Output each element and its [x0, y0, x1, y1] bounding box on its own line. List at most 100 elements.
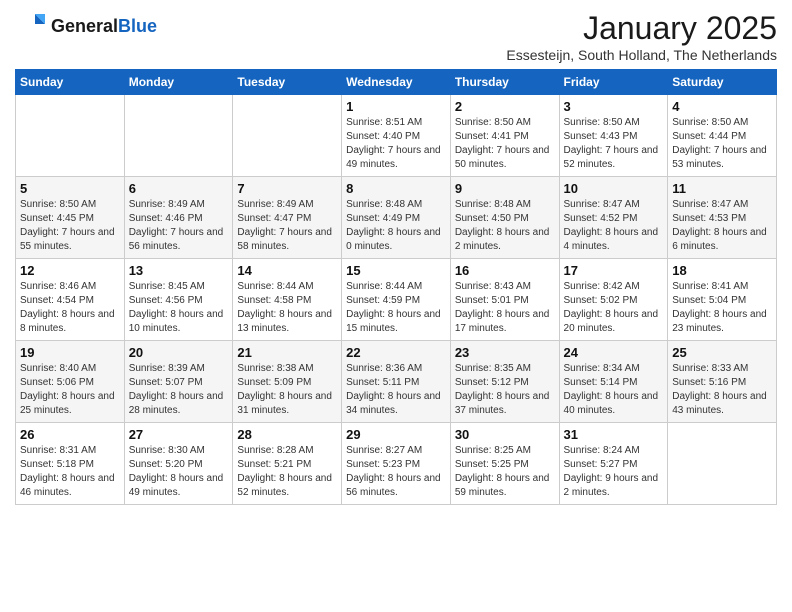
day-info: Sunrise: 8:28 AMSunset: 5:21 PMDaylight:…: [237, 444, 337, 500]
col-saturday: Saturday: [668, 70, 777, 95]
table-row: 18Sunrise: 8:41 AMSunset: 5:04 PMDayligh…: [668, 259, 777, 341]
calendar-week-row: 5Sunrise: 8:50 AMSunset: 4:45 PMDaylight…: [16, 177, 777, 259]
table-row: 28 Sunrise: 8:28 AMSunset: 5:21 PMDayligh…: [233, 423, 342, 505]
logo: General Blue: [15, 10, 157, 42]
day-info: Sunrise: 8:35 AMSunset: 5:12 PMDaylight:…: [455, 362, 555, 418]
day-info: Sunrise: 8:47 AMSunset: 4:53 PMDaylight:…: [672, 198, 772, 254]
table-row: 12 Sunrise: 8:46 AMSunset: 4:54 PMDayligh…: [16, 259, 125, 341]
day-info: Sunrise: 8:39 AMSunset: 5:07 PMDaylight:…: [129, 362, 229, 418]
table-row: [16, 95, 125, 177]
table-row: 30 Sunrise: 8:25 AMSunset: 5:25 PMDayligh…: [450, 423, 559, 505]
table-row: 2Sunrise: 8:50 AMSunset: 4:41 PMDaylight…: [450, 95, 559, 177]
table-row: 1 Sunrise: 8:51 AMSunset: 4:40 PMDaylight…: [342, 95, 451, 177]
day-info: Sunrise: 8:50 AMSunset: 4:44 PMDaylight:…: [672, 116, 772, 172]
day-info: Sunrise: 8:50 AMSunset: 4:41 PMDaylight:…: [455, 116, 555, 172]
day-number: 21: [237, 345, 337, 360]
day-number: 19: [20, 345, 120, 360]
day-number: 23: [455, 345, 555, 360]
day-info: Sunrise: 8:45 AMSunset: 4:56 PMDaylight:…: [129, 280, 229, 336]
day-number: 26: [20, 427, 120, 442]
calendar-week-row: 26 Sunrise: 8:31 AMSunset: 5:18 PMDayligh…: [16, 423, 777, 505]
day-number: 13: [129, 263, 229, 278]
table-row: 3 Sunrise: 8:50 AMSunset: 4:43 PMDaylight…: [559, 95, 668, 177]
col-friday: Friday: [559, 70, 668, 95]
table-row: 4 Sunrise: 8:50 AMSunset: 4:44 PMDaylight…: [668, 95, 777, 177]
table-row: 10 Sunrise: 8:47 AMSunset: 4:52 PMDayligh…: [559, 177, 668, 259]
day-info: Sunrise: 8:49 AMSunset: 4:46 PMDaylight:…: [129, 198, 229, 254]
day-number: 12: [20, 263, 120, 278]
day-info: Sunrise: 8:43 AMSunset: 5:01 PMDaylight:…: [455, 280, 555, 336]
day-info: Sunrise: 8:27 AMSunset: 5:23 PMDaylight:…: [346, 444, 446, 500]
table-row: 23 Sunrise: 8:35 AMSunset: 5:12 PMDayligh…: [450, 341, 559, 423]
day-info: Sunrise: 8:31 AMSunset: 5:18 PMDaylight:…: [20, 444, 120, 500]
day-number: 29: [346, 427, 446, 442]
calendar-week-row: 19Sunrise: 8:40 AMSunset: 5:06 PMDayligh…: [16, 341, 777, 423]
day-info: Sunrise: 8:50 AMSunset: 4:43 PMDaylight:…: [564, 116, 664, 172]
table-row: 7Sunrise: 8:49 AMSunset: 4:47 PMDaylight…: [233, 177, 342, 259]
day-info: Sunrise: 8:42 AMSunset: 5:02 PMDaylight:…: [564, 280, 664, 336]
day-number: 4: [672, 99, 772, 114]
day-number: 24: [564, 345, 664, 360]
table-row: 11Sunrise: 8:47 AMSunset: 4:53 PMDayligh…: [668, 177, 777, 259]
day-number: 16: [455, 263, 555, 278]
table-row: 27 Sunrise: 8:30 AMSunset: 5:20 PMDayligh…: [124, 423, 233, 505]
day-number: 10: [564, 181, 664, 196]
day-info: Sunrise: 8:34 AMSunset: 5:14 PMDaylight:…: [564, 362, 664, 418]
day-number: 17: [564, 263, 664, 278]
day-info: Sunrise: 8:44 AMSunset: 4:58 PMDaylight:…: [237, 280, 337, 336]
table-row: 22Sunrise: 8:36 AMSunset: 5:11 PMDayligh…: [342, 341, 451, 423]
table-row: [233, 95, 342, 177]
day-number: 1: [346, 99, 446, 114]
table-row: 9 Sunrise: 8:48 AMSunset: 4:50 PMDaylight…: [450, 177, 559, 259]
month-year: January 2025: [506, 10, 777, 47]
day-number: 15: [346, 263, 446, 278]
col-monday: Monday: [124, 70, 233, 95]
day-number: 20: [129, 345, 229, 360]
day-info: Sunrise: 8:24 AMSunset: 5:27 PMDaylight:…: [564, 444, 664, 500]
table-row: [668, 423, 777, 505]
day-info: Sunrise: 8:48 AMSunset: 4:49 PMDaylight:…: [346, 198, 446, 254]
day-info: Sunrise: 8:30 AMSunset: 5:20 PMDaylight:…: [129, 444, 229, 500]
logo-icon: [15, 10, 47, 42]
day-info: Sunrise: 8:25 AMSunset: 5:25 PMDaylight:…: [455, 444, 555, 500]
day-info: Sunrise: 8:38 AMSunset: 5:09 PMDaylight:…: [237, 362, 337, 418]
table-row: 16 Sunrise: 8:43 AMSunset: 5:01 PMDayligh…: [450, 259, 559, 341]
col-wednesday: Wednesday: [342, 70, 451, 95]
table-row: 13 Sunrise: 8:45 AMSunset: 4:56 PMDayligh…: [124, 259, 233, 341]
table-row: 5Sunrise: 8:50 AMSunset: 4:45 PMDaylight…: [16, 177, 125, 259]
col-thursday: Thursday: [450, 70, 559, 95]
day-info: Sunrise: 8:46 AMSunset: 4:54 PMDaylight:…: [20, 280, 120, 336]
logo-blue: Blue: [118, 16, 157, 37]
day-number: 6: [129, 181, 229, 196]
table-row: 24 Sunrise: 8:34 AMSunset: 5:14 PMDayligh…: [559, 341, 668, 423]
day-info: Sunrise: 8:50 AMSunset: 4:45 PMDaylight:…: [20, 198, 120, 254]
day-number: 30: [455, 427, 555, 442]
page-header: General Blue January 2025 Essesteijn, So…: [15, 10, 777, 63]
day-number: 14: [237, 263, 337, 278]
day-info: Sunrise: 8:51 AMSunset: 4:40 PMDaylight:…: [346, 116, 446, 172]
calendar-week-row: 1 Sunrise: 8:51 AMSunset: 4:40 PMDaylight…: [16, 95, 777, 177]
day-number: 7: [237, 181, 337, 196]
title-block: January 2025 Essesteijn, South Holland, …: [506, 10, 777, 63]
day-info: Sunrise: 8:47 AMSunset: 4:52 PMDaylight:…: [564, 198, 664, 254]
day-number: 27: [129, 427, 229, 442]
table-row: [124, 95, 233, 177]
table-row: 6 Sunrise: 8:49 AMSunset: 4:46 PMDaylight…: [124, 177, 233, 259]
logo-general: General: [51, 16, 118, 37]
table-row: 19Sunrise: 8:40 AMSunset: 5:06 PMDayligh…: [16, 341, 125, 423]
day-info: Sunrise: 8:48 AMSunset: 4:50 PMDaylight:…: [455, 198, 555, 254]
table-row: 20 Sunrise: 8:39 AMSunset: 5:07 PMDayligh…: [124, 341, 233, 423]
table-row: 14 Sunrise: 8:44 AMSunset: 4:58 PMDayligh…: [233, 259, 342, 341]
col-sunday: Sunday: [16, 70, 125, 95]
day-info: Sunrise: 8:41 AMSunset: 5:04 PMDaylight:…: [672, 280, 772, 336]
day-number: 22: [346, 345, 446, 360]
day-number: 28: [237, 427, 337, 442]
day-number: 9: [455, 181, 555, 196]
col-tuesday: Tuesday: [233, 70, 342, 95]
table-row: 26 Sunrise: 8:31 AMSunset: 5:18 PMDayligh…: [16, 423, 125, 505]
location: Essesteijn, South Holland, The Netherlan…: [506, 47, 777, 63]
page-container: General Blue January 2025 Essesteijn, So…: [0, 0, 792, 515]
day-number: 8: [346, 181, 446, 196]
day-number: 3: [564, 99, 664, 114]
calendar-header-row: Sunday Monday Tuesday Wednesday Thursday…: [16, 70, 777, 95]
